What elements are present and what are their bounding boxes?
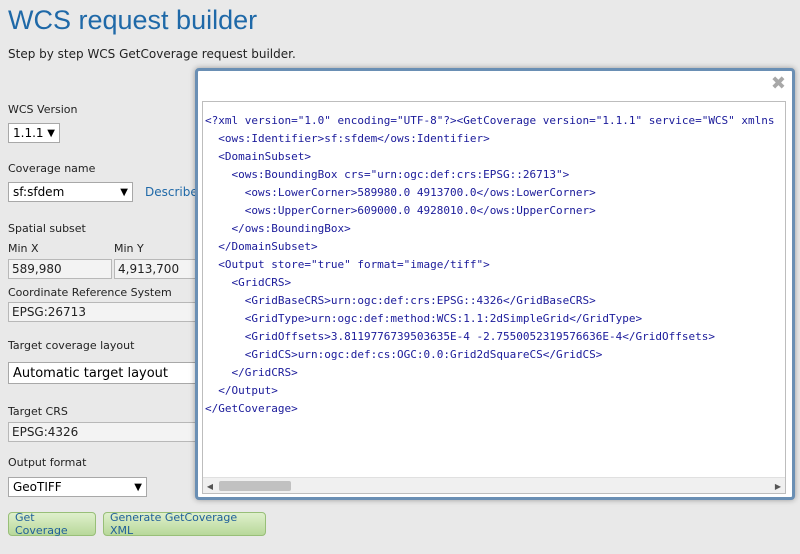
xml-dialog: ✖ <?xml version="1.0" encoding="UTF-8"?>… [195, 68, 795, 500]
target-layout-select[interactable]: Automatic target layout [8, 362, 198, 384]
xml-line: </GetCoverage> [205, 402, 298, 415]
wcs-version-label: WCS Version [8, 103, 78, 116]
xml-line: <GridCS>urn:ogc:def:cs:OGC:0.0:Grid2dSqu… [205, 348, 603, 361]
xml-content: <?xml version="1.0" encoding="UTF-8"?><G… [205, 112, 785, 477]
wcs-version-select[interactable]: 1.1.1 ▼ [8, 123, 60, 143]
spatial-subset-label: Spatial subset [8, 222, 86, 235]
page-title: WCS request builder [8, 5, 258, 35]
arrow-right-icon[interactable]: ▶ [771, 478, 785, 493]
xml-line: <ows:BoundingBox crs="urn:ogc:def:crs:EP… [205, 168, 570, 181]
output-format-label: Output format [8, 456, 87, 469]
xml-line: </DomainSubset> [205, 240, 318, 253]
target-crs-label: Target CRS [8, 405, 68, 418]
close-icon[interactable]: ✖ [771, 75, 786, 93]
output-format-value: GeoTIFF [13, 480, 62, 494]
xml-line: </ows:BoundingBox> [205, 222, 351, 235]
arrow-left-icon[interactable]: ◀ [203, 478, 217, 493]
get-coverage-button[interactable]: Get Coverage [8, 511, 96, 537]
xml-line: <?xml version="1.0" encoding="UTF-8"?><G… [205, 114, 775, 127]
xml-line: <GridCRS> [205, 276, 292, 289]
wcs-version-value: 1.1.1 [13, 126, 44, 140]
coverage-name-value: sf:sfdem [13, 185, 65, 199]
min-y-label: Min Y [114, 242, 144, 255]
xml-textarea[interactable]: <?xml version="1.0" encoding="UTF-8"?><G… [202, 101, 786, 494]
horizontal-scrollbar[interactable]: ◀ ▶ [203, 477, 785, 493]
chevron-down-icon: ▼ [134, 481, 142, 493]
xml-line: <GridBaseCRS>urn:ogc:def:crs:EPSG::4326<… [205, 294, 596, 307]
min-x-field[interactable]: 589,980 [8, 259, 112, 279]
xml-line: <DomainSubset> [205, 150, 311, 163]
xml-line: <GridOffsets>3.8119776739503635E-4 -2.75… [205, 330, 715, 343]
min-y-field[interactable]: 4,913,700 [114, 259, 198, 279]
page-subtitle: Step by step WCS GetCoverage request bui… [8, 47, 296, 61]
target-crs-field[interactable]: EPSG:4326 [8, 422, 198, 442]
xml-line: </GridCRS> [205, 366, 298, 379]
chevron-down-icon: ▼ [47, 127, 55, 139]
min-x-label: Min X [8, 242, 39, 255]
xml-line: <ows:LowerCorner>589980.0 4913700.0</ows… [205, 186, 596, 199]
xml-line: <ows:UpperCorner>609000.0 4928010.0</ows… [205, 204, 596, 217]
generate-xml-button[interactable]: Generate GetCoverage XML [103, 511, 266, 537]
xml-line: <ows:Identifier>sf:sfdem</ows:Identifier… [205, 132, 490, 145]
output-format-select[interactable]: GeoTIFF ▼ [8, 477, 147, 497]
coverage-name-label: Coverage name [8, 162, 96, 175]
describe-link[interactable]: Describe [145, 185, 198, 199]
crs-label: Coordinate Reference System [8, 286, 172, 299]
chevron-down-icon: ▼ [120, 186, 128, 198]
xml-line: </Output> [205, 384, 278, 397]
target-layout-value: Automatic target layout [13, 365, 169, 381]
xml-line: <GridType>urn:ogc:def:method:WCS:1.1:2dS… [205, 312, 643, 325]
xml-line: <Output store="true" format="image/tiff"… [205, 258, 490, 271]
coverage-name-select[interactable]: sf:sfdem ▼ [8, 182, 133, 202]
crs-field[interactable]: EPSG:26713 [8, 302, 198, 322]
target-layout-label: Target coverage layout [8, 339, 135, 352]
scrollbar-thumb[interactable] [219, 481, 291, 491]
